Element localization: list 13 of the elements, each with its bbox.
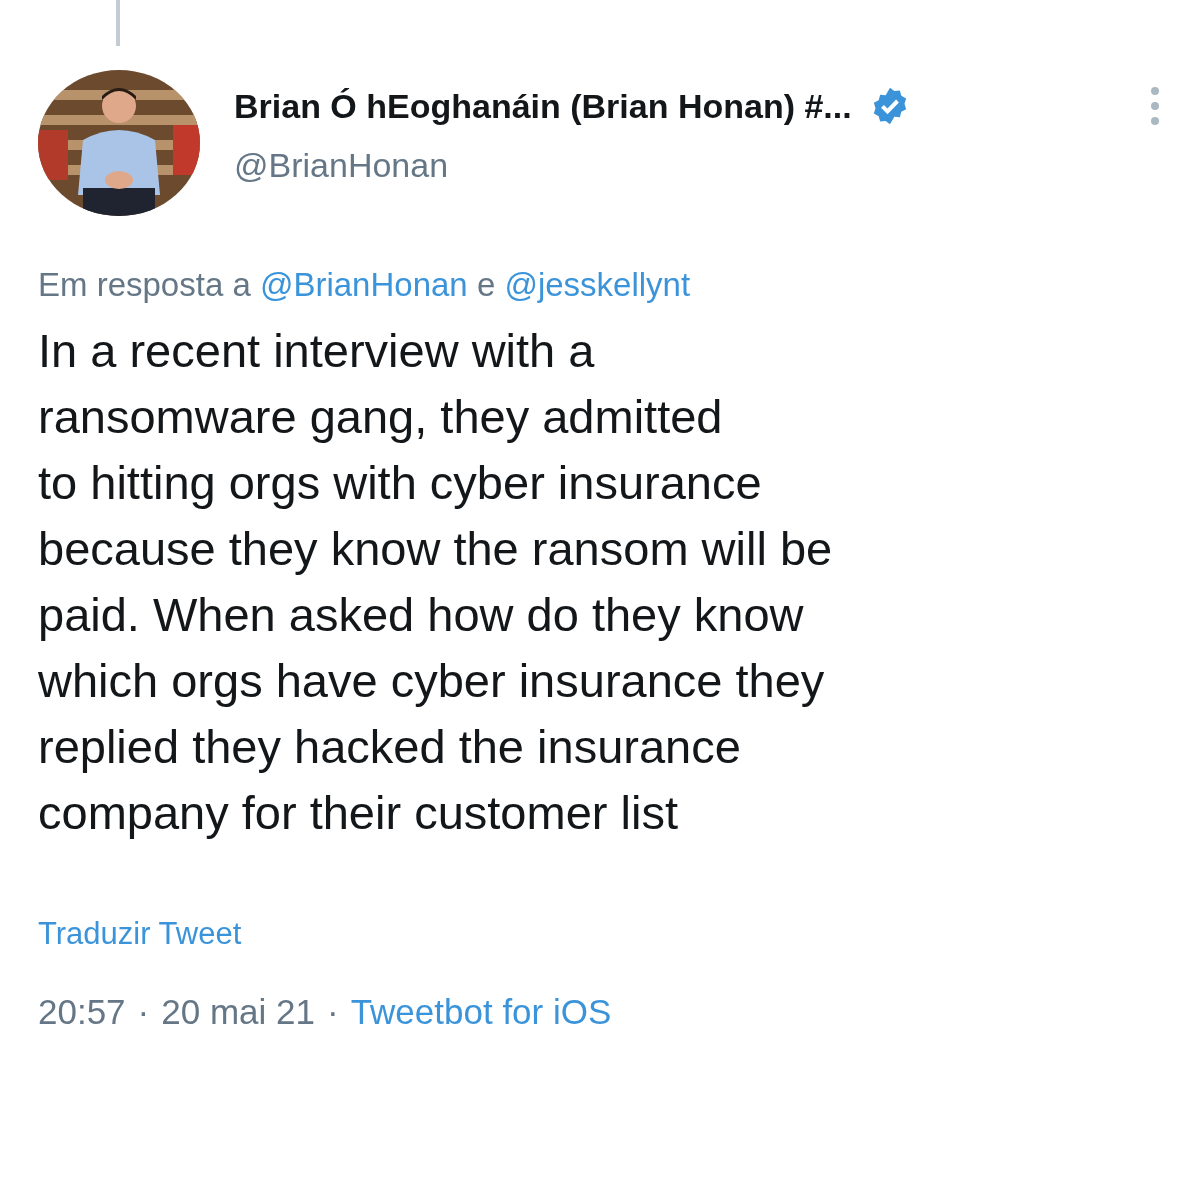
source-link[interactable]: Tweetbot for iOS <box>350 992 612 1032</box>
separator: · <box>326 992 339 1032</box>
separator: · <box>137 992 150 1032</box>
mention-link[interactable]: @jesskellynt <box>504 266 691 303</box>
tweet-text: In a recent interview with a ransomware gang, they admitted to hitting orgs with cyber insurance because they know the ransom will be paid. When asked how do they know which orgs have cyber insurance they replied they hacked the insurance company for their customer list <box>38 323 834 841</box>
more-options-icon[interactable] <box>1150 86 1160 126</box>
translate-link[interactable]: Traduzir Tweet <box>38 916 242 952</box>
reply-context: Em resposta a @BrianHonan e @jesskellynt <box>38 266 692 304</box>
mention-link[interactable]: @BrianHonan <box>259 266 468 303</box>
author-name: Brian Ó hEoghanáin (Brian Honan) #... <box>234 86 852 126</box>
author-handle: @BrianHonan <box>234 146 450 185</box>
tweet-time: 20:57 <box>38 992 126 1032</box>
tweet-date: 20 mai 21 <box>161 992 315 1032</box>
